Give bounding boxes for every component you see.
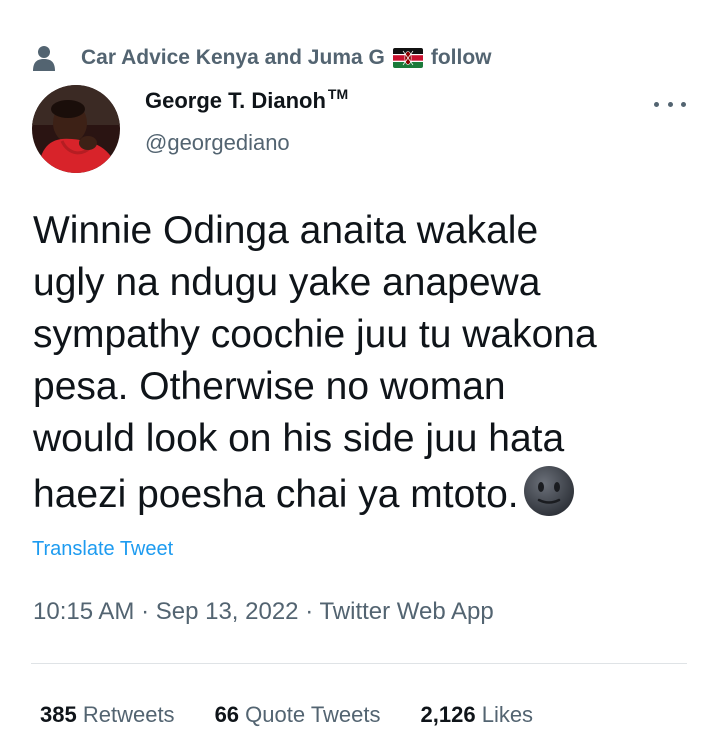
social-context-names: Car Advice Kenya and Juma G <box>81 46 385 69</box>
display-name-text: George T. Dianoh <box>145 88 326 113</box>
likes-label: Likes <box>481 702 534 727</box>
more-options-icon[interactable] <box>654 94 686 114</box>
meta-separator: · <box>298 598 320 625</box>
trademark-suffix: TM <box>327 86 349 102</box>
quote-tweets-count: 66 <box>214 702 240 727</box>
neutral-face-icon <box>523 466 574 516</box>
kenya-flag-icon <box>392 48 423 68</box>
tweet-view: Car Advice Kenya and Juma G follow Georg… <box>0 0 719 736</box>
person-icon <box>33 46 55 71</box>
tweet-metadata: 10:15 AM · Sep 13, 2022 · Twitter Web Ap… <box>33 598 494 626</box>
tweet-last-line: haezi poesha chai ya mtoto. <box>33 465 693 521</box>
quote-tweets-label: Quote Tweets <box>245 702 381 727</box>
retweets-count: 385 <box>40 702 77 727</box>
likes-count: 2,126 <box>420 702 476 727</box>
divider <box>31 663 687 664</box>
social-context-action: follow <box>430 46 492 69</box>
tweet-text: Winnie Odinga anaita wakale ugly na ndug… <box>33 205 693 521</box>
tweet-line: haezi poesha chai ya mtoto. <box>33 473 519 516</box>
tweet-line: would look on his side juu hata <box>33 417 565 460</box>
tweet-time[interactable]: 10:15 AM <box>33 598 134 625</box>
tweet-date[interactable]: Sep 13, 2022 <box>156 598 299 625</box>
translate-tweet-link[interactable]: Translate Tweet <box>32 538 173 561</box>
tweet-line: ugly na ndugu yake anapewa <box>33 261 541 304</box>
avatar[interactable] <box>32 85 120 173</box>
tweet-line: sympathy coochie juu tu wakona <box>33 313 597 356</box>
social-context[interactable]: Car Advice Kenya and Juma G follow <box>33 42 492 74</box>
avatar-image <box>32 85 120 173</box>
meta-separator: · <box>134 598 156 625</box>
tweet-source-app: Twitter Web App <box>319 598 494 625</box>
engagement-stats: 385 Retweets 66 Quote Tweets 2,126 Likes <box>40 702 573 728</box>
retweets-label: Retweets <box>82 702 175 727</box>
retweets-stat[interactable]: 385 Retweets <box>40 702 175 728</box>
tweet-line: Winnie Odinga anaita wakale <box>33 209 539 252</box>
tweet-line: pesa. Otherwise no woman <box>33 365 506 408</box>
author-display-name[interactable]: George T. Dianoh TM <box>145 86 349 114</box>
quote-tweets-stat[interactable]: 66 Quote Tweets <box>215 702 381 728</box>
author-handle[interactable]: @georgediano <box>145 130 290 156</box>
likes-stat[interactable]: 2,126 Likes <box>421 702 534 728</box>
